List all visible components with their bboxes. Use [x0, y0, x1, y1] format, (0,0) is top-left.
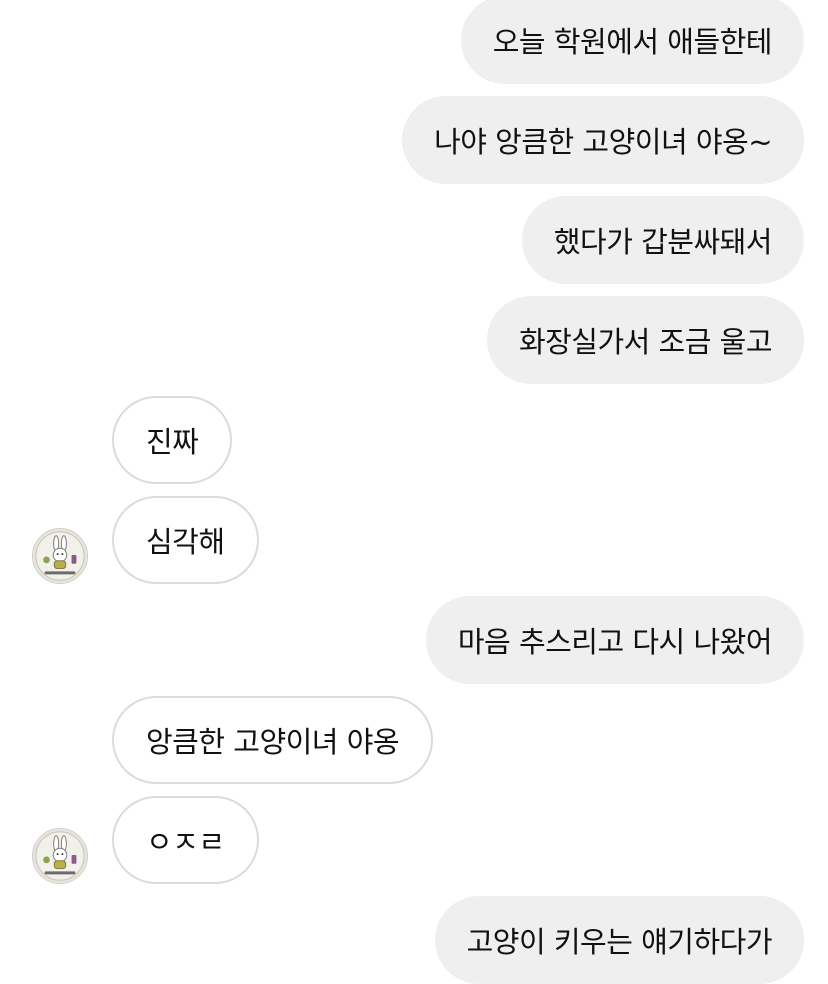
bunny-avatar-icon: [33, 529, 87, 583]
message-text: 나야 앙큼한 고양이녀 야옹~: [434, 125, 772, 159]
received-message-bubble[interactable]: 진짜: [112, 396, 233, 484]
sender-avatar[interactable]: [32, 528, 88, 584]
sent-message-bubble[interactable]: 마음 추스리고 다시 나왔어: [425, 596, 804, 684]
message-text: 마음 추스리고 다시 나왔어: [457, 625, 773, 659]
bunny-avatar-icon: [33, 829, 87, 883]
sent-message-bubble[interactable]: 고양이 키우는 얘기하다가: [434, 896, 804, 984]
sender-avatar[interactable]: [32, 828, 88, 884]
message-text: ㅇㅈㄹ: [146, 825, 225, 859]
message-text: 화장실가서 조금 울고: [518, 325, 773, 359]
received-message-bubble[interactable]: 심각해: [112, 496, 259, 584]
message-text: 했다가 갑분싸돼서: [553, 225, 773, 259]
sent-message-bubble[interactable]: 나야 앙큼한 고양이녀 야옹~: [402, 96, 804, 184]
message-text: 심각해: [146, 525, 225, 559]
sent-message-bubble[interactable]: 했다가 갑분싸돼서: [521, 196, 804, 284]
chat-thread: 오늘 학원에서 애들한테 나야 앙큼한 고양이녀 야옹~ 했다가 갑분싸돼서 화…: [0, 0, 828, 984]
message-text: 고양이 키우는 얘기하다가: [466, 925, 773, 959]
message-text: 오늘 학원에서 애들한테: [492, 25, 773, 59]
message-text: 진짜: [146, 425, 199, 459]
sent-message-bubble[interactable]: 화장실가서 조금 울고: [486, 296, 804, 384]
received-message-bubble[interactable]: ㅇㅈㄹ: [112, 796, 259, 884]
sent-message-bubble[interactable]: 오늘 학원에서 애들한테: [460, 0, 804, 84]
received-message-bubble[interactable]: 앙큼한 고양이녀 야옹: [112, 696, 434, 784]
message-text: 앙큼한 고양이녀 야옹: [146, 725, 400, 759]
